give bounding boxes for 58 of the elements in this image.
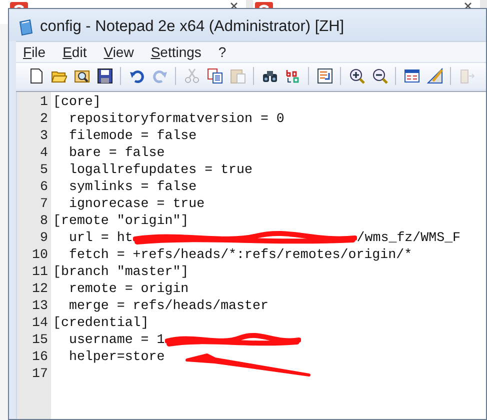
- line-number: 2: [39, 111, 49, 128]
- code-text: ignorecase = true: [68, 196, 205, 213]
- text-wrap-icon: [316, 68, 332, 84]
- folder-search-icon: [74, 68, 90, 84]
- line-number: 13: [31, 298, 49, 315]
- code-text: [branch "master"]: [53, 264, 189, 281]
- menu-item[interactable]: Settings: [144, 44, 208, 60]
- line-number: 16: [31, 349, 49, 366]
- code-text: symlinks = false: [68, 179, 197, 196]
- scissors-icon: [184, 68, 200, 84]
- copy-icon: [206, 68, 222, 84]
- code-text: repositoryformatversion = 0: [68, 111, 284, 128]
- line-number: 7: [39, 196, 49, 213]
- line-number: 15: [31, 332, 49, 349]
- zoom-out-icon: [372, 68, 388, 84]
- code-text: merge = refs/heads/master: [68, 298, 268, 315]
- code-text: filemode = false: [68, 128, 197, 145]
- code-text: helper=store: [68, 349, 165, 366]
- zoom-in-icon: [348, 68, 364, 84]
- line-number: 10: [31, 247, 49, 264]
- menu-item[interactable]: View: [96, 44, 141, 60]
- line-number: 9: [39, 230, 49, 247]
- undo-icon: [128, 68, 144, 84]
- line-number: 4: [39, 145, 49, 162]
- menu-item[interactable]: Edit: [56, 44, 94, 60]
- code-text: [credential]: [53, 315, 149, 332]
- ruler-pencil-icon: [426, 68, 442, 84]
- line-number: 5: [39, 162, 49, 179]
- replace-icon: [284, 68, 300, 84]
- code-text: [remote "origin"]: [53, 213, 189, 230]
- code-text: /wms_fz/WMS_F: [356, 230, 461, 247]
- code-text: fetch = +refs/heads/*:refs/remotes/origin/*: [68, 247, 412, 264]
- code-text: remote = origin: [68, 281, 189, 298]
- clipboard-icon: [230, 68, 246, 84]
- line-number: 6: [39, 179, 49, 196]
- window-title: config - Notepad 2e x64 (Administrator) [ZH]: [40, 18, 344, 36]
- new-file-icon: [28, 68, 44, 84]
- menu-item[interactable]: ?: [211, 44, 234, 60]
- close-icon: [230, 2, 238, 9]
- code-text: bare = false: [68, 145, 165, 162]
- binoculars-icon: [262, 68, 278, 84]
- code-text: [core]: [53, 94, 101, 111]
- code-text: url = ht: [68, 230, 133, 247]
- code-text: logallrefupdates = true: [68, 162, 252, 179]
- window-list-icon: [404, 68, 420, 84]
- code-text: username = 1: [68, 332, 165, 349]
- notepad-icon: [18, 18, 34, 36]
- line-number: 3: [39, 128, 49, 145]
- door-icon: [458, 68, 474, 84]
- line-number: 12: [31, 281, 49, 298]
- redo-icon: [152, 68, 168, 84]
- menu-item[interactable]: File: [16, 44, 53, 60]
- line-number: 8: [39, 213, 49, 230]
- line-number: 17: [31, 366, 49, 383]
- line-number: 11: [31, 264, 49, 281]
- line-number: 14: [31, 315, 49, 332]
- line-number: 1: [39, 94, 49, 111]
- close-icon: [464, 2, 472, 9]
